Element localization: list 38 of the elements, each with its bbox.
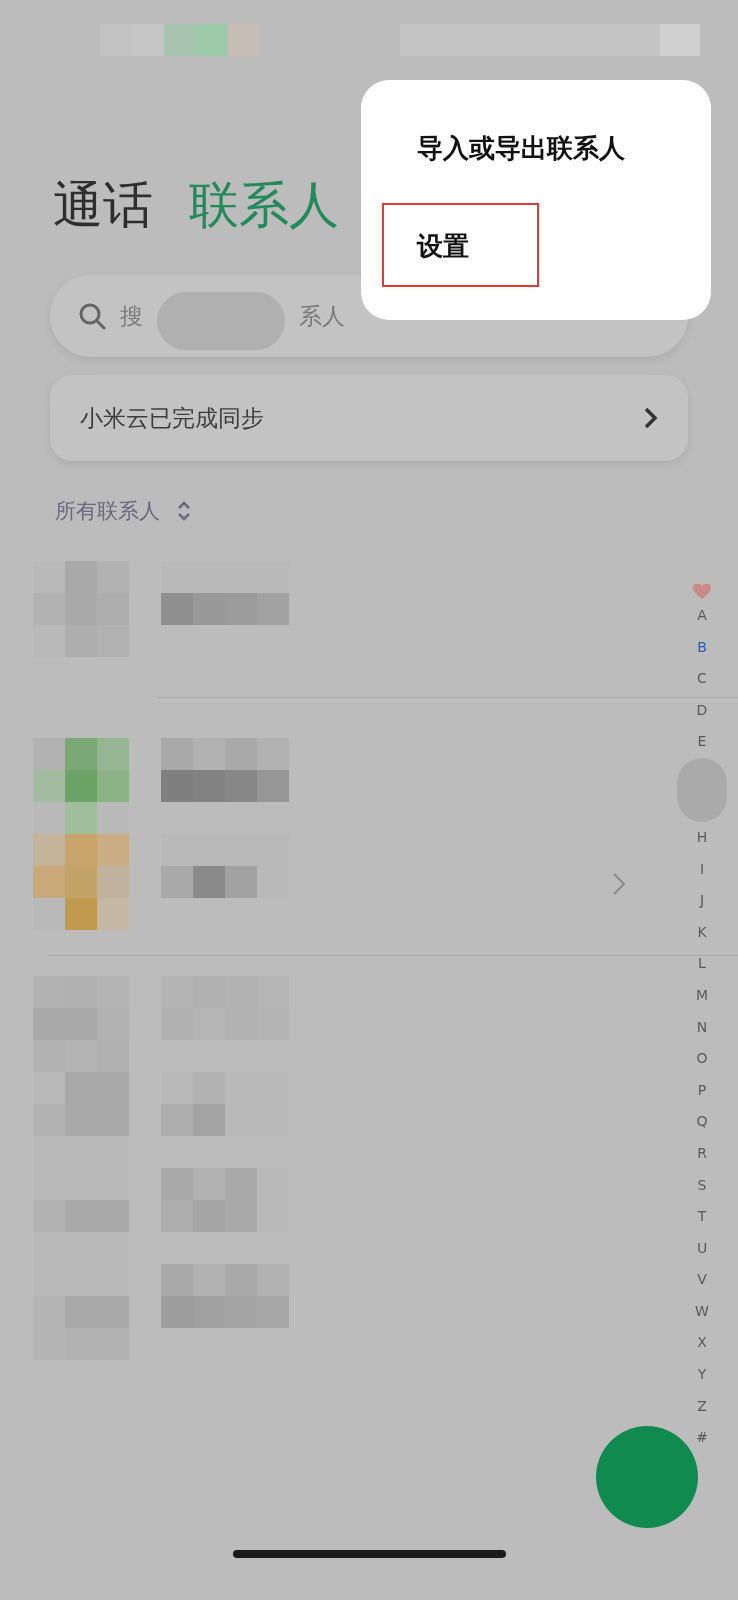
chevron-right-icon [644, 407, 658, 429]
index-letter[interactable]: D [696, 694, 708, 727]
index-letter[interactable]: U [696, 1232, 708, 1265]
index-letter[interactable]: R [697, 1137, 707, 1170]
menu-item[interactable]: 导入或导出联系人 [417, 135, 625, 161]
index-letter[interactable]: T [697, 1201, 707, 1233]
search-icon [78, 302, 106, 330]
index-letter[interactable]: C [697, 663, 707, 695]
index-letter[interactable]: W [695, 1295, 709, 1328]
tab[interactable]: 通话 [53, 180, 153, 230]
tab[interactable]: 联系人 [189, 180, 339, 230]
index-letter[interactable]: E [697, 726, 707, 758]
index-letter[interactable]: S [697, 1169, 707, 1202]
index-letter[interactable]: V [697, 1264, 707, 1296]
index-letter[interactable]: # [696, 1422, 708, 1454]
index-letter[interactable]: Q [696, 1106, 708, 1138]
index-letter[interactable]: A [697, 600, 707, 632]
index-letter[interactable]: O [696, 1043, 708, 1075]
sync-banner[interactable]: 小米云已完成同步 [50, 375, 688, 461]
index-letter[interactable]: P [697, 1074, 707, 1107]
sync-status-text: 小米云已完成同步 [80, 403, 264, 433]
index-letter[interactable]: N [696, 1011, 708, 1044]
index-letter[interactable]: H [696, 821, 708, 854]
placeholder-text: 搜 [120, 301, 143, 331]
index-letter[interactable]: K [697, 916, 707, 949]
index-letter[interactable]: M [695, 979, 709, 1012]
chevron-right-icon[interactable] [612, 872, 626, 896]
index-letter[interactable]: X [697, 1327, 707, 1360]
index-letter[interactable]: I [699, 853, 705, 886]
index-letter[interactable]: B [697, 631, 707, 664]
index-letter[interactable]: L [698, 948, 706, 980]
placeholder-text: 系人 [299, 301, 345, 331]
filter-label[interactable]: 所有联系人 [55, 497, 160, 525]
index-letter[interactable]: J [699, 885, 705, 917]
heart-icon[interactable] [693, 584, 711, 600]
index-letter[interactable]: Z [697, 1390, 707, 1423]
sort-arrows-icon[interactable] [176, 499, 192, 523]
index-letter[interactable]: Y [697, 1359, 707, 1391]
